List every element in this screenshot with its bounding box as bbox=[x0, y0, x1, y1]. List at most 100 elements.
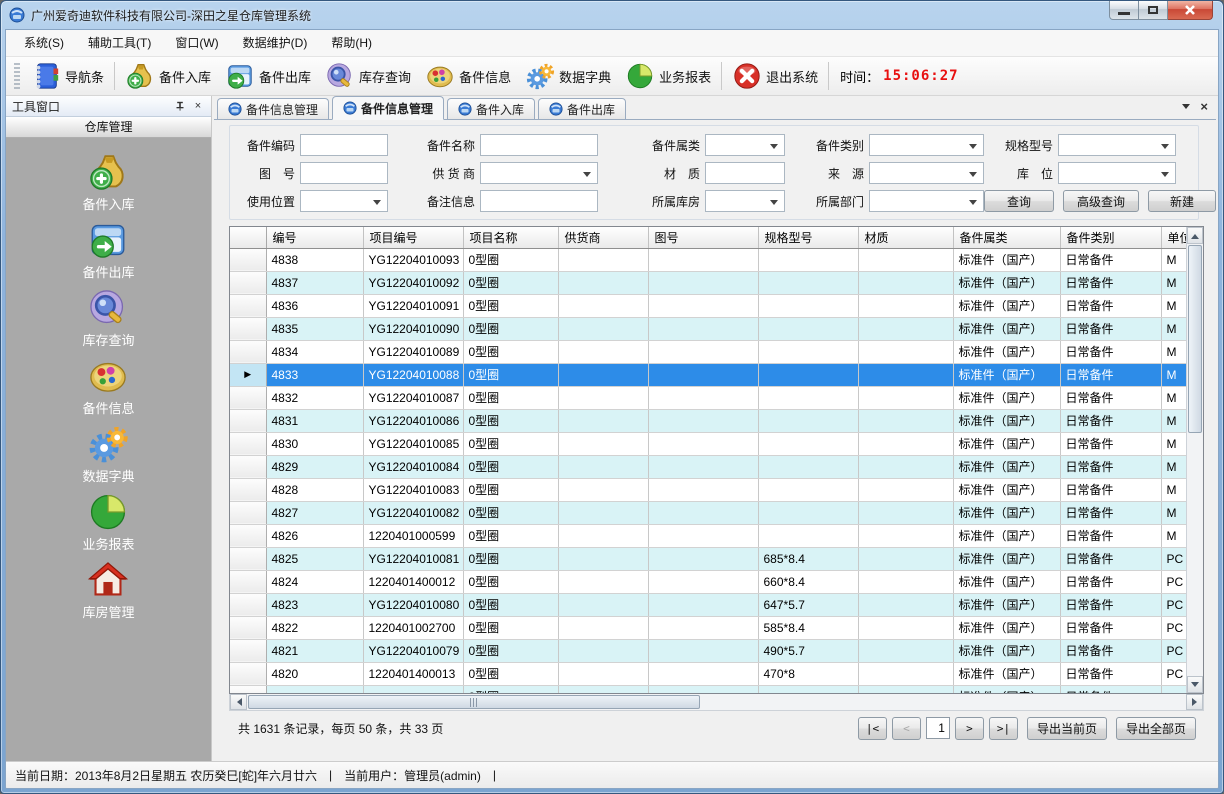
table-row[interactable]: 4829YG122040100840型圈标准件（国产）日常备件M bbox=[230, 455, 1186, 478]
table-cell[interactable] bbox=[558, 432, 648, 455]
scroll-left-icon[interactable] bbox=[230, 694, 247, 710]
table-cell[interactable]: 标准件（国产） bbox=[953, 685, 1060, 693]
table-cell[interactable]: YG12204010089 bbox=[363, 340, 463, 363]
table-cell[interactable] bbox=[758, 432, 858, 455]
table-cell[interactable] bbox=[558, 639, 648, 662]
table-cell[interactable] bbox=[758, 685, 858, 693]
table-cell[interactable]: M bbox=[1161, 363, 1186, 386]
table-cell[interactable]: 1220401002700 bbox=[363, 616, 463, 639]
table-cell[interactable] bbox=[758, 248, 858, 271]
column-header-4[interactable]: 图号 bbox=[648, 227, 758, 248]
table-cell[interactable] bbox=[758, 317, 858, 340]
table-cell[interactable]: 4823 bbox=[266, 593, 363, 616]
row-selector[interactable] bbox=[230, 248, 266, 271]
table-cell[interactable]: YG12204010079 bbox=[363, 639, 463, 662]
table-cell[interactable]: 4836 bbox=[266, 294, 363, 317]
table-cell[interactable] bbox=[758, 501, 858, 524]
table-cell[interactable] bbox=[648, 271, 758, 294]
table-cell[interactable] bbox=[758, 363, 858, 386]
table-cell[interactable] bbox=[858, 570, 953, 593]
column-header-7[interactable]: 备件属类 bbox=[953, 227, 1060, 248]
table-cell[interactable]: 标准件（国产） bbox=[953, 340, 1060, 363]
table-cell[interactable] bbox=[858, 317, 953, 340]
table-cell[interactable]: 470*8 bbox=[758, 662, 858, 685]
table-cell[interactable] bbox=[558, 685, 648, 693]
table-cell[interactable]: 4826 bbox=[266, 524, 363, 547]
table-cell[interactable] bbox=[758, 340, 858, 363]
scroll-right-icon[interactable] bbox=[1186, 694, 1203, 710]
table-cell[interactable] bbox=[558, 363, 648, 386]
table-cell[interactable]: YG12204010093 bbox=[363, 248, 463, 271]
table-cell[interactable] bbox=[648, 593, 758, 616]
table-cell[interactable] bbox=[558, 294, 648, 317]
table-row[interactable]: 4821YG122040100790型圈490*5.7标准件（国产）日常备件PC bbox=[230, 639, 1186, 662]
table-cell[interactable]: 0型圈 bbox=[463, 570, 558, 593]
table-cell[interactable] bbox=[558, 547, 648, 570]
toolbar-navbar[interactable]: 导航条 bbox=[24, 59, 111, 93]
table-cell[interactable]: 0型圈 bbox=[463, 616, 558, 639]
menu-help[interactable]: 帮助(H) bbox=[319, 30, 384, 56]
sidebar-item-data-dictionary[interactable]: 数据字典 bbox=[82, 423, 134, 491]
table-cell[interactable]: YG12204010084 bbox=[363, 455, 463, 478]
row-selector[interactable] bbox=[230, 409, 266, 432]
table-cell[interactable]: 0型圈 bbox=[463, 386, 558, 409]
table-cell[interactable] bbox=[558, 570, 648, 593]
table-cell[interactable]: YG12204010090 bbox=[363, 317, 463, 340]
table-cell[interactable]: YG12204010086 bbox=[363, 409, 463, 432]
table-cell[interactable]: 4829 bbox=[266, 455, 363, 478]
table-cell[interactable]: 0型圈 bbox=[463, 455, 558, 478]
table-cell[interactable]: YG12204010083 bbox=[363, 478, 463, 501]
row-selector[interactable] bbox=[230, 432, 266, 455]
table-cell[interactable]: 日常备件 bbox=[1060, 317, 1161, 340]
sidebar-item-parts-info[interactable]: 备件信息 bbox=[82, 355, 134, 423]
table-cell[interactable]: 0型圈 bbox=[463, 547, 558, 570]
toolbar-stock-query[interactable]: 库存查询 bbox=[318, 59, 418, 93]
row-selector[interactable] bbox=[230, 662, 266, 685]
table-cell[interactable]: PC bbox=[1161, 639, 1186, 662]
table-cell[interactable]: 日常备件 bbox=[1060, 363, 1161, 386]
menu-window[interactable]: 窗口(W) bbox=[163, 30, 230, 56]
table-cell[interactable]: 标准件（国产） bbox=[953, 616, 1060, 639]
table-cell[interactable] bbox=[363, 685, 463, 693]
table-row[interactable]: 4831YG122040100860型圈标准件（国产）日常备件M bbox=[230, 409, 1186, 432]
horizontal-scrollbar[interactable] bbox=[229, 694, 1204, 711]
table-cell[interactable] bbox=[648, 501, 758, 524]
sidebar-item-parts-inbound[interactable]: 备件入库 bbox=[82, 151, 134, 219]
toolbar-parts-info[interactable]: 备件信息 bbox=[418, 59, 518, 93]
table-cell[interactable]: 标准件（国产） bbox=[953, 662, 1060, 685]
table-cell[interactable] bbox=[648, 570, 758, 593]
table-cell[interactable]: 标准件（国产） bbox=[953, 524, 1060, 547]
table-cell[interactable]: 4827 bbox=[266, 501, 363, 524]
column-header-6[interactable]: 材质 bbox=[858, 227, 953, 248]
table-cell[interactable] bbox=[648, 524, 758, 547]
table-cell[interactable] bbox=[558, 524, 648, 547]
table-cell[interactable]: 4824 bbox=[266, 570, 363, 593]
table-cell[interactable]: 日常备件 bbox=[1060, 340, 1161, 363]
table-cell[interactable]: 585*8.4 bbox=[758, 616, 858, 639]
row-selector[interactable] bbox=[230, 570, 266, 593]
table-row[interactable]: 4836YG122040100910型圈标准件（国产）日常备件M bbox=[230, 294, 1186, 317]
drawing-no-input[interactable] bbox=[300, 162, 388, 184]
table-cell[interactable] bbox=[558, 317, 648, 340]
table-cell[interactable] bbox=[858, 294, 953, 317]
table-cell[interactable]: 0型圈 bbox=[463, 501, 558, 524]
table-cell[interactable] bbox=[648, 248, 758, 271]
table-cell[interactable]: 4833 bbox=[266, 363, 363, 386]
row-selector[interactable]: ▶ bbox=[230, 363, 266, 386]
table-cell[interactable] bbox=[558, 386, 648, 409]
column-header-0[interactable]: 编号 bbox=[266, 227, 363, 248]
table-cell[interactable] bbox=[1161, 685, 1186, 693]
table-cell[interactable] bbox=[858, 409, 953, 432]
table-cell[interactable]: 标准件（国产） bbox=[953, 501, 1060, 524]
table-cell[interactable] bbox=[266, 685, 363, 693]
maximize-button[interactable] bbox=[1139, 1, 1168, 20]
table-cell[interactable] bbox=[648, 685, 758, 693]
spare-class-select[interactable] bbox=[869, 134, 984, 156]
table-cell[interactable]: M bbox=[1161, 501, 1186, 524]
toolbar-business-report[interactable]: 业务报表 bbox=[618, 59, 718, 93]
toolbar-data-dictionary[interactable]: 数据字典 bbox=[518, 59, 618, 93]
table-cell[interactable]: 标准件（国产） bbox=[953, 455, 1060, 478]
table-cell[interactable] bbox=[758, 524, 858, 547]
table-row[interactable]: 482612204010005990型圈标准件（国产）日常备件M bbox=[230, 524, 1186, 547]
tab-parts-outbound[interactable]: 备件出库 bbox=[538, 98, 626, 119]
